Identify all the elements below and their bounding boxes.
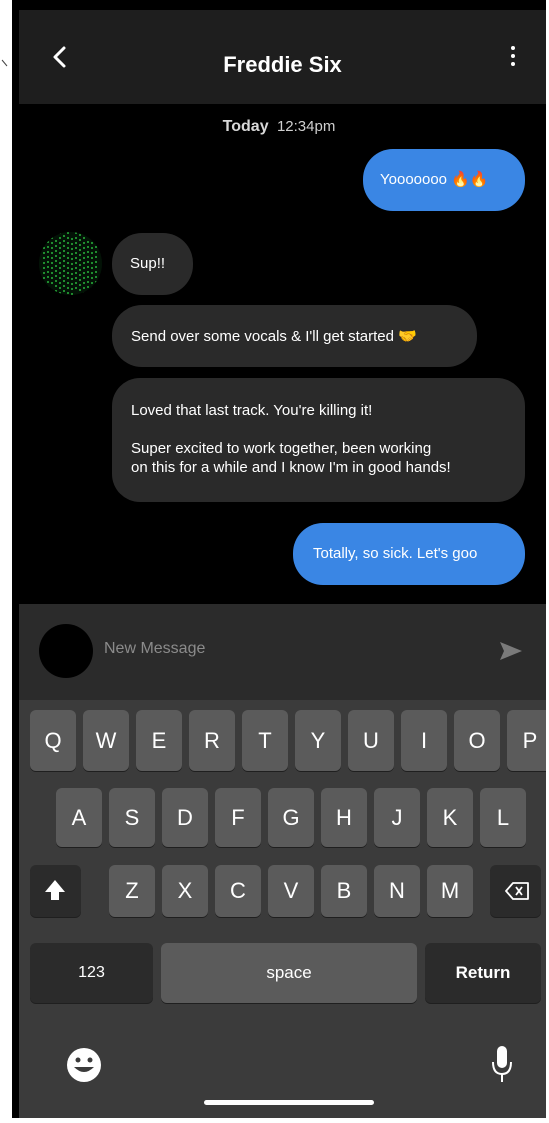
send-icon: [500, 642, 522, 660]
key-label: B: [336, 878, 352, 903]
key-n[interactable]: N: [374, 865, 420, 917]
shift-arrow-icon: [45, 880, 65, 900]
key-o[interactable]: O: [454, 710, 500, 771]
key-c[interactable]: C: [215, 865, 261, 917]
key-label: T: [258, 728, 272, 753]
message-text: Send over some vocals & I'll get started…: [131, 328, 417, 345]
key-label: P: [522, 728, 538, 753]
key-l[interactable]: L: [480, 788, 526, 847]
key-label: Y: [310, 728, 326, 753]
message-text: Sup!!: [130, 255, 166, 272]
backspace-key[interactable]: [490, 865, 541, 917]
key-x[interactable]: X: [162, 865, 208, 917]
key-k[interactable]: K: [427, 788, 473, 847]
message-input[interactable]: New Message: [104, 640, 205, 658]
key-label: O: [468, 728, 486, 753]
numbers-key[interactable]: 123: [30, 943, 153, 1003]
key-p[interactable]: P: [507, 710, 546, 771]
left-edge-marks: [0, 28, 12, 68]
key-label: H: [336, 805, 352, 830]
key-label: J: [391, 805, 403, 830]
key-label: K: [442, 805, 458, 830]
page-title: Freddie Six: [223, 52, 342, 77]
message-text: on this for a while and I know I'm in go…: [131, 459, 451, 476]
space-key[interactable]: space: [161, 943, 417, 1003]
matrix-avatar-image: [39, 232, 102, 295]
key-t[interactable]: T: [242, 710, 288, 771]
message-text: Yooooooo 🔥🔥: [380, 171, 489, 188]
key-label: R: [204, 728, 220, 753]
key-f[interactable]: F: [215, 788, 261, 847]
key-label: 123: [78, 964, 105, 981]
return-key[interactable]: Return: [425, 943, 541, 1003]
key-h[interactable]: H: [321, 788, 367, 847]
key-label: X: [177, 878, 193, 903]
key-label: V: [283, 878, 299, 903]
key-y[interactable]: Y: [295, 710, 341, 771]
key-label: A: [71, 805, 87, 830]
key-u[interactable]: U: [348, 710, 394, 771]
send-button[interactable]: [498, 640, 524, 662]
key-label: space: [266, 963, 312, 982]
message-composer: New Message: [19, 604, 546, 700]
key-q[interactable]: Q: [30, 710, 76, 771]
message-bubble-incoming[interactable]: Loved that last track. You're killing it…: [112, 378, 525, 502]
key-e[interactable]: E: [136, 710, 182, 771]
key-label: Q: [44, 728, 62, 753]
backspace-icon: [505, 882, 529, 900]
key-label: Z: [125, 878, 139, 903]
key-j[interactable]: J: [374, 788, 420, 847]
key-r[interactable]: R: [189, 710, 235, 771]
avatar[interactable]: [39, 232, 102, 295]
key-label: Return: [455, 963, 511, 982]
key-z[interactable]: Z: [109, 865, 155, 917]
emoji-button[interactable]: [65, 1046, 103, 1089]
key-label: S: [124, 805, 140, 830]
emoji-icon: [67, 1048, 101, 1082]
key-b[interactable]: B: [321, 865, 367, 917]
message-text: Loved that last track. You're killing it…: [131, 402, 373, 419]
key-label: F: [231, 805, 245, 830]
key-s[interactable]: S: [109, 788, 155, 847]
message-bubble-outgoing[interactable]: Totally, so sick. Let's goo: [293, 523, 525, 585]
message-bubble-outgoing[interactable]: Yooooooo 🔥🔥: [363, 149, 525, 211]
message-text: Super excited to work together, been wor…: [131, 440, 432, 457]
key-label: I: [420, 728, 428, 753]
home-indicator[interactable]: [204, 1100, 374, 1105]
message-bubble-incoming[interactable]: Sup!!: [112, 233, 193, 295]
key-w[interactable]: W: [83, 710, 129, 771]
key-label: D: [177, 805, 193, 830]
message-text: Totally, so sick. Let's goo: [313, 545, 478, 562]
keyboard: Q W E R T Y U I O P A S D F G H J K L Z X C V B N M 123 space Ret…: [19, 700, 546, 1118]
chat-header: Freddie Six: [19, 10, 546, 104]
key-label: L: [496, 805, 510, 830]
phone-screen: Freddie Six Today 12:34pm Yooooooo 🔥🔥 Su…: [12, 0, 546, 1118]
avatar[interactable]: [39, 624, 93, 678]
key-d[interactable]: D: [162, 788, 208, 847]
key-label: U: [363, 728, 379, 753]
key-m[interactable]: M: [427, 865, 473, 917]
key-label: M: [440, 878, 460, 903]
key-v[interactable]: V: [268, 865, 314, 917]
key-label: W: [95, 728, 117, 753]
shift-key[interactable]: [30, 865, 81, 917]
date-stamp: Today 12:34pm: [12, 118, 546, 136]
more-options-icon[interactable]: [506, 42, 520, 76]
message-bubble-incoming[interactable]: Send over some vocals & I'll get started…: [112, 305, 477, 367]
key-g[interactable]: G: [268, 788, 314, 847]
key-label: E: [151, 728, 167, 753]
date-time: 12:34pm: [276, 118, 336, 135]
key-label: N: [389, 878, 405, 903]
microphone-icon: [492, 1046, 512, 1082]
key-label: C: [230, 878, 246, 903]
key-label: G: [282, 805, 300, 830]
date-day: Today: [222, 118, 269, 135]
key-a[interactable]: A: [56, 788, 102, 847]
key-i[interactable]: I: [401, 710, 447, 771]
dictation-button[interactable]: [490, 1044, 514, 1089]
